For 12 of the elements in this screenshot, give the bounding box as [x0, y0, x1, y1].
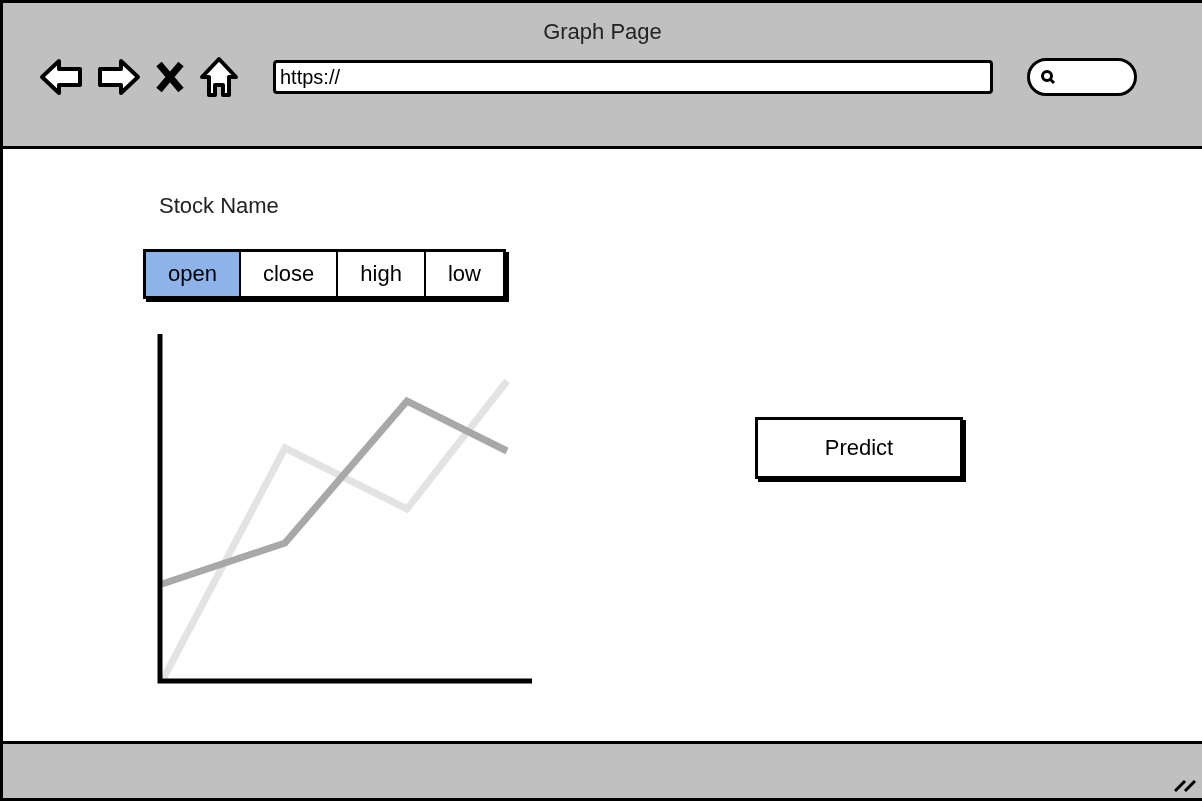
- forward-icon[interactable]: [97, 57, 141, 97]
- window-title: Graph Page: [542, 19, 663, 45]
- back-icon[interactable]: [39, 57, 83, 97]
- close-icon[interactable]: [155, 60, 185, 94]
- address-field[interactable]: https://: [273, 60, 993, 94]
- resize-grip-icon: [1174, 780, 1196, 792]
- stock-name-label: Stock Name: [159, 193, 280, 219]
- home-icon[interactable]: [199, 55, 239, 99]
- search-icon: [1040, 69, 1056, 85]
- tab[interactable]: open: [146, 252, 241, 296]
- search-field[interactable]: [1027, 58, 1137, 96]
- predict-button[interactable]: Predict: [755, 417, 963, 479]
